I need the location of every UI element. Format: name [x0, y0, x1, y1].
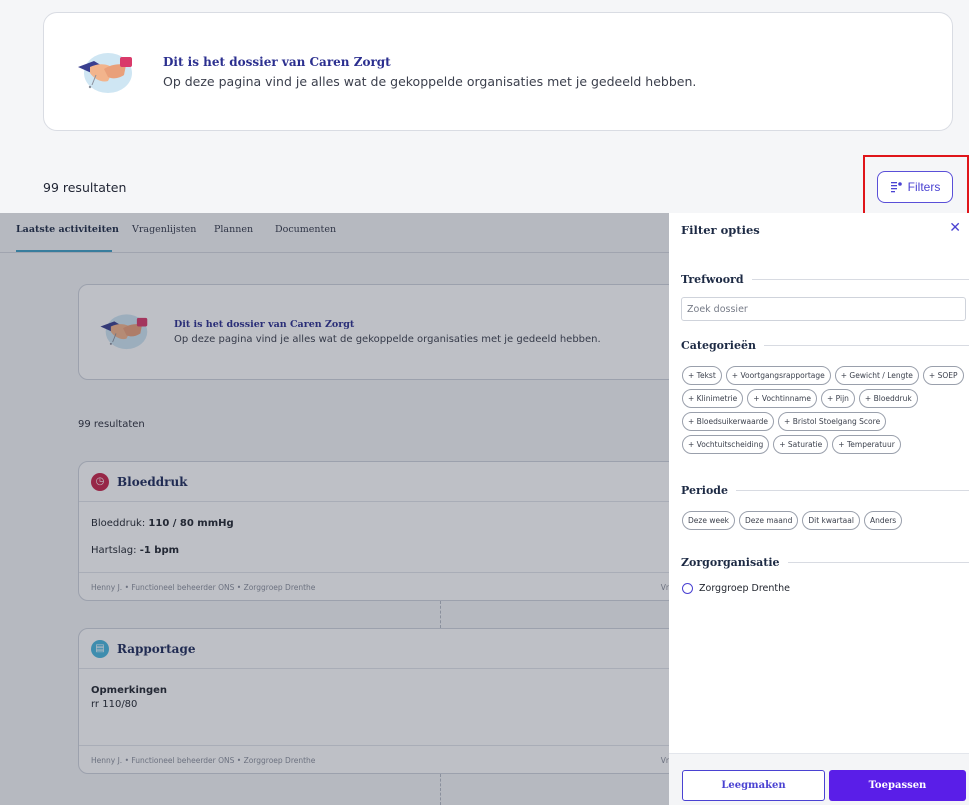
- filter-panel-title: Filter opties: [681, 223, 760, 237]
- handshake-icon: [77, 52, 133, 94]
- section-categorieen: Categorieën: [681, 339, 969, 352]
- filters-label: Filters: [907, 180, 941, 194]
- category-chip[interactable]: + Voortgangsrapportage: [725, 366, 831, 385]
- category-chip[interactable]: + Bloeddruk: [858, 389, 918, 408]
- category-chip[interactable]: + Vochtuitscheiding: [682, 435, 770, 454]
- filters-button[interactable]: Filters: [877, 171, 953, 203]
- category-chip[interactable]: + Pijn: [820, 389, 855, 408]
- results-count: 99 resultaten: [43, 180, 127, 195]
- category-chip[interactable]: + Tekst: [682, 366, 722, 385]
- filter-lines-icon: [890, 182, 902, 193]
- period-chip[interactable]: Anders: [863, 511, 903, 530]
- apply-button[interactable]: Toepassen: [829, 770, 966, 801]
- category-chip[interactable]: + Temperatuur: [832, 435, 901, 454]
- category-chip[interactable]: + SOEP: [922, 366, 964, 385]
- category-chip[interactable]: + Klinimetrie: [682, 389, 744, 408]
- period-chip[interactable]: Dit kwartaal: [802, 511, 860, 530]
- period-chips: Deze week Deze maand Dit kwartaal Anders: [682, 511, 967, 530]
- section-periode: Periode: [681, 484, 969, 497]
- section-trefwoord: Trefwoord: [681, 273, 969, 286]
- dossier-title: Dit is het dossier van Caren Zorgt: [163, 55, 391, 69]
- radio-icon[interactable]: [682, 583, 693, 594]
- period-chip[interactable]: Deze maand: [739, 511, 799, 530]
- dossier-subtitle: Op deze pagina vind je alles wat de geko…: [163, 74, 697, 89]
- category-chip[interactable]: + Bristol Stoelgang Score: [778, 412, 887, 431]
- category-chip[interactable]: + Saturatie: [773, 435, 829, 454]
- org-option-zorggroep-drenthe[interactable]: Zorggroep Drenthe: [682, 583, 790, 594]
- category-chip[interactable]: + Gewicht / Lengte: [834, 366, 919, 385]
- close-icon[interactable]: ✕: [949, 220, 961, 236]
- filter-panel: Filter opties ✕ Trefwoord Categorieën + …: [669, 213, 969, 805]
- section-zorgorganisatie: Zorgorganisatie: [681, 556, 969, 569]
- dossier-screen: Laatste activiteiten Vragenlijsten Plann…: [0, 213, 969, 805]
- period-chip[interactable]: Deze week: [682, 511, 736, 530]
- clear-button[interactable]: Leegmaken: [682, 770, 825, 801]
- category-chips: + Tekst + Voortgangsrapportage + Gewicht /…: [682, 366, 967, 454]
- search-input[interactable]: [681, 297, 966, 321]
- category-chip[interactable]: + Vochtinname: [747, 389, 817, 408]
- filter-actions: Leegmaken Toepassen: [669, 753, 969, 805]
- dossier-info-card: Dit is het dossier van Caren Zorgt Op de…: [43, 12, 953, 131]
- category-chip[interactable]: + Bloedsuikerwaarde: [682, 412, 775, 431]
